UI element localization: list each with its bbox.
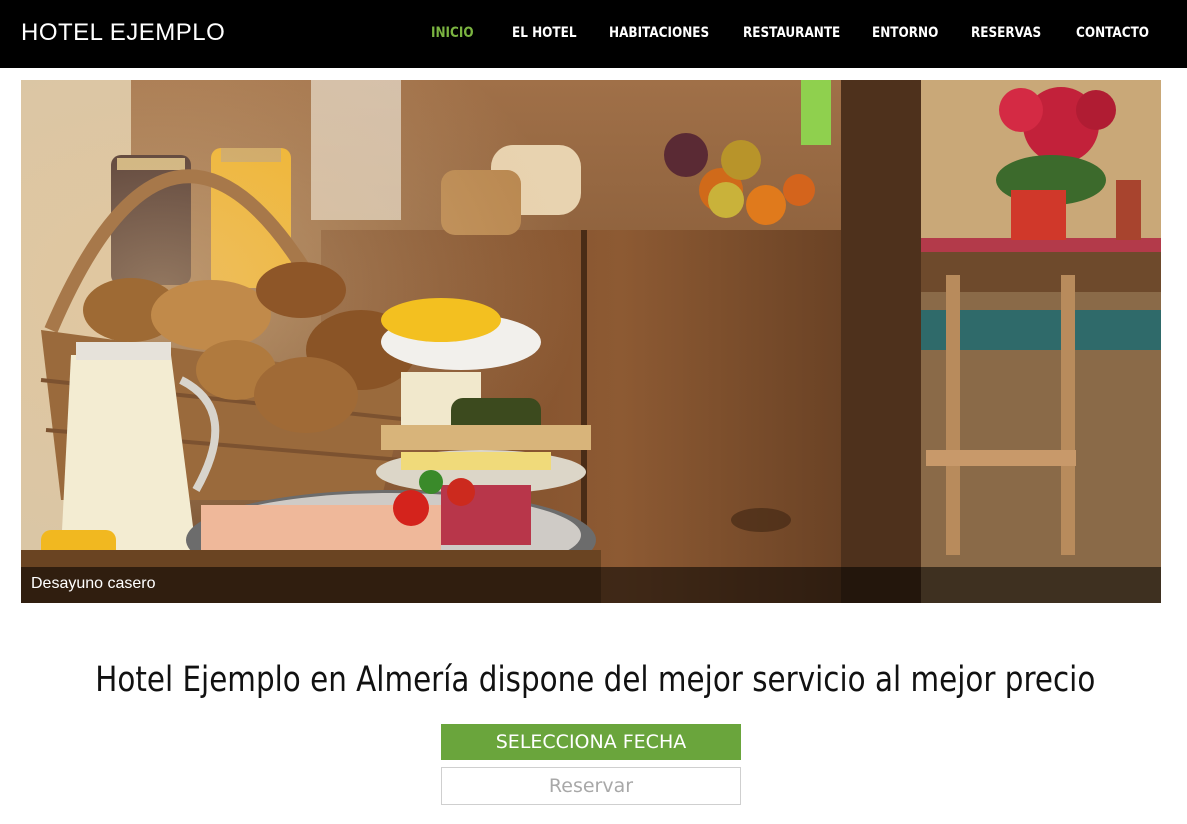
- nav-entorno[interactable]: ENTORNO: [872, 23, 938, 43]
- nav-el-hotel[interactable]: EL HOTEL: [512, 23, 577, 43]
- site-header: HOTEL EJEMPLO INICIO EL HOTEL HABITACION…: [0, 0, 1187, 68]
- hero-image: [21, 80, 1161, 603]
- nav-reservas[interactable]: RESERVAS: [971, 23, 1041, 43]
- hero-caption: Desayuno casero: [31, 575, 156, 592]
- page-headline: Hotel Ejemplo en Almería dispone del mej…: [0, 658, 1187, 702]
- nav-habitaciones[interactable]: HABITACIONES: [609, 23, 709, 43]
- caption-bar: Desayuno casero: [21, 567, 1161, 603]
- headline-text: Hotel Ejemplo en Almería dispone del mej…: [95, 660, 1096, 700]
- hero-slider[interactable]: Desayuno casero: [21, 80, 1161, 603]
- nav-contacto[interactable]: CONTACTO: [1076, 23, 1149, 43]
- reserve-button[interactable]: Reservar: [441, 767, 741, 805]
- select-date-button[interactable]: SELECCIONA FECHA: [441, 724, 741, 760]
- nav-restaurante[interactable]: RESTAURANTE: [743, 23, 840, 43]
- main-nav: INICIO EL HOTEL HABITACIONES RESTAURANTE…: [0, 0, 1187, 68]
- nav-inicio[interactable]: INICIO: [431, 23, 474, 43]
